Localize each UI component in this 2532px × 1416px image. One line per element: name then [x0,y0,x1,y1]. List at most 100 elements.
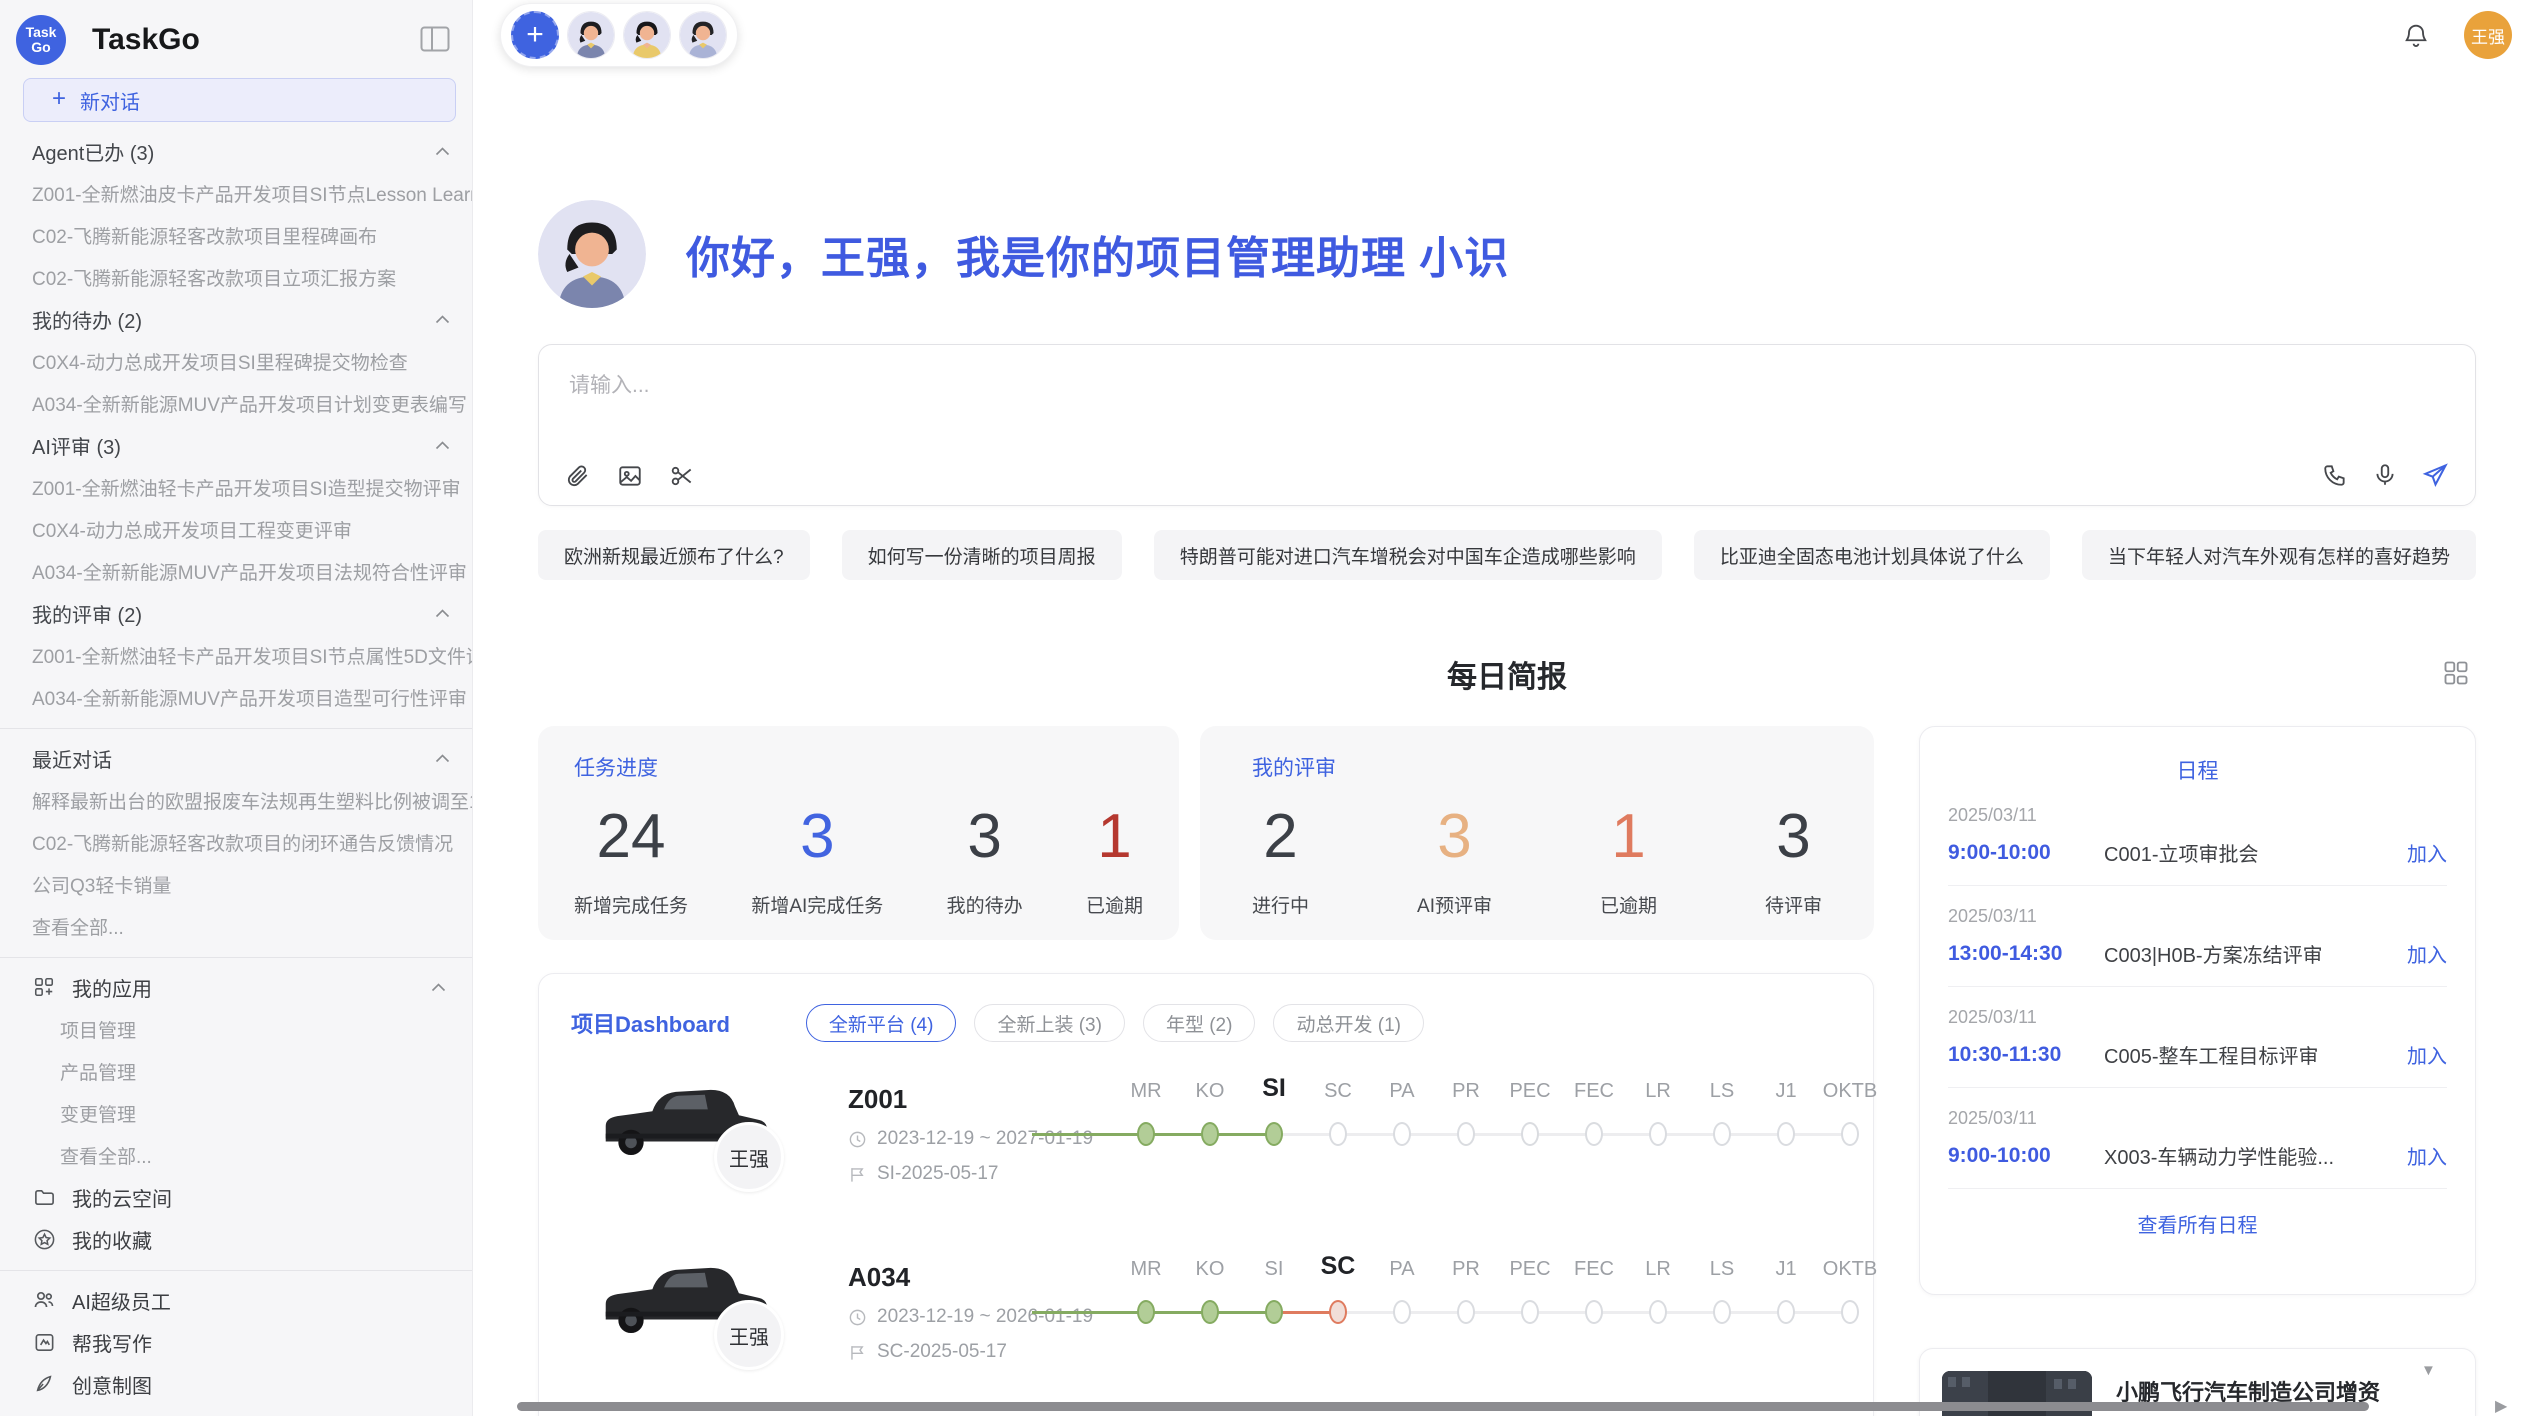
stat-label: 我的待办 [947,891,1023,918]
stat-value: 3 [800,804,834,869]
stat-label: 进行中 [1252,891,1309,918]
stat-label: 新增完成任务 [574,891,688,918]
app-item-1[interactable]: 产品管理 [0,1050,472,1092]
sidebar-item-write[interactable]: 帮我写作 [0,1321,472,1363]
stat-label: AI预评审 [1417,891,1492,918]
project-row[interactable]: 王强Z0012023-12-19 ~ 2027-01-19SI-2025-05-… [571,1070,1841,1248]
sidebar-collapse-icon[interactable] [418,24,452,57]
chat-input[interactable] [567,367,2309,419]
sidebar-section-header[interactable]: AI评审 (3) [0,424,472,466]
view-all-apps-link[interactable]: 查看全部... [0,1134,472,1176]
taskgo-logo: Task Go [16,15,66,65]
join-link[interactable]: 加入 [2407,1141,2447,1170]
image-icon[interactable] [617,463,643,489]
milestone-dot [1777,1300,1795,1324]
app-item-2[interactable]: 变更管理 [0,1092,472,1134]
sidebar-item[interactable]: C02-飞腾新能源轻客改款项目里程碑画布 [0,214,472,256]
horizontal-scrollbar[interactable] [517,1402,2369,1411]
scroll-right-icon[interactable]: ▶ [2495,1396,2507,1416]
join-link[interactable]: 加入 [2407,939,2447,968]
attachment-icon[interactable] [565,463,591,489]
sidebar-item-cloud-folder[interactable]: 我的云空间 [0,1176,472,1218]
join-link[interactable]: 加入 [2407,1040,2447,1069]
stat-item: 1已逾期 [1600,804,1657,918]
sidebar-section-header[interactable]: 我的待办 (2) [0,298,472,340]
sidebar-item[interactable]: C02-飞腾新能源轻客改款项目立项汇报方案 [0,256,472,298]
main-content: 你好，王强，我是你的项目管理助理 小识 [473,70,2532,1416]
left-column: 任务进度24新增完成任务3新增AI完成任务3我的待办1已逾期我的评审2进行中3A… [538,726,1874,1416]
sidebar-item[interactable]: Z001-全新燃油皮卡产品开发项目SI节点Lesson Learn报告 [0,172,472,214]
suggestion-chip[interactable]: 特朗普可能对进口汽车增税会对中国车企造成哪些影响 [1154,530,1662,580]
app-item-0[interactable]: 项目管理 [0,1008,472,1050]
new-chat-button[interactable]: + 新对话 [23,78,456,122]
sidebar-item[interactable]: C0X4-动力总成开发项目工程变更评审 [0,508,472,550]
stat-item: 3我的待办 [947,804,1023,918]
milestone-dot [1585,1122,1603,1146]
dashboard-tab-3[interactable]: 动总开发 (1) [1273,1004,1424,1042]
layout-grid-icon[interactable] [2436,658,2476,688]
stat-item: 1已逾期 [1086,804,1143,918]
suggestion-chip[interactable]: 比亚迪全固态电池计划具体说了什么 [1694,530,2050,580]
sidebar-item[interactable]: A034-全新新能源MUV产品开发项目造型可行性评审 [0,676,472,718]
divider [0,1270,472,1271]
schedule-item: 2025/03/1110:30-11:30C005-整车工程目标评审加入 [1948,987,2447,1088]
briefing-columns: 任务进度24新增完成任务3新增AI完成任务3我的待办1已逾期我的评审2进行中3A… [538,726,2476,1416]
recent-conversations-header[interactable]: 最近对话 [0,737,472,779]
sidebar-item-ai-staff[interactable]: AI超级员工 [0,1279,472,1321]
view-all-schedule-link[interactable]: 查看所有日程 [1948,1209,2447,1238]
composer[interactable] [538,344,2476,506]
join-link[interactable]: 加入 [2407,838,2447,867]
schedule-row: 9:00-10:00X003-车辆动力学性能验...加入 [1948,1141,2447,1170]
recent-conversation-item[interactable]: C02-飞腾新能源轻客改款项目的闭环通告反馈情况 [0,821,472,863]
sidebar-item[interactable]: A034-全新新能源MUV产品开发项目计划变更表编写 [0,382,472,424]
suggestion-chip[interactable]: 当下年轻人对汽车外观有怎样的喜好趋势 [2082,530,2476,580]
sidebar-item-label: 创意制图 [72,1370,152,1399]
recent-conversation-item[interactable]: 公司Q3轻卡销量 [0,863,472,905]
dashboard-tab-0[interactable]: 全新平台 (4) [806,1004,957,1042]
sidebar-item-draw[interactable]: 创意制图 [0,1363,472,1405]
stat-value: 1 [1611,804,1645,869]
sidebar-item[interactable]: Z001-全新燃油轻卡产品开发项目SI造型提交物评审 [0,466,472,508]
stat-value: 1 [1097,804,1131,869]
dashboard-tab-2[interactable]: 年型 (2) [1143,1004,1256,1042]
my-apps-header[interactable]: 我的应用 [0,966,472,1008]
schedule-time: 13:00-14:30 [1948,942,2066,966]
schedule-date: 2025/03/11 [1948,906,2447,927]
user-avatar-badge[interactable]: 王强 [2464,11,2512,59]
chevron-up-icon [426,983,450,992]
send-icon[interactable] [2422,462,2449,489]
conversation-avatar[interactable] [623,11,671,59]
scroll-down-icon[interactable]: ▼ [2421,1362,2436,1379]
sidebar-item[interactable]: C0X4-动力总成开发项目SI里程碑提交物检查 [0,340,472,382]
milestone-dot [1201,1122,1219,1146]
sidebar-item-label: 我的云空间 [72,1183,172,1212]
phone-call-icon[interactable] [2322,462,2348,489]
microphone-icon[interactable] [2372,462,2398,489]
scissors-icon[interactable] [669,463,695,489]
stat-value: 2 [1263,804,1297,869]
sidebar-item-star-badge[interactable]: 我的收藏 [0,1218,472,1260]
schedule-list: 2025/03/119:00-10:00C001-立项审批会加入2025/03/… [1948,785,2447,1189]
project-owner-badge: 王强 [714,1300,784,1370]
sidebar-item[interactable]: A034-全新新能源MUV产品开发项目法规符合性评审 [0,550,472,592]
sidebar-section-header[interactable]: Agent已办 (3) [0,130,472,172]
sidebar-item[interactable]: Z001-全新燃油轻卡产品开发项目SI节点属性5D文件评审 [0,634,472,676]
sidebar-section-header[interactable]: 我的评审 (2) [0,592,472,634]
view-all-conversations-link[interactable]: 查看全部... [0,905,472,947]
notification-bell-icon[interactable] [2396,20,2436,50]
milestone-dot [1521,1300,1539,1324]
conversation-avatar[interactable] [567,11,615,59]
assistant-avatar [538,200,646,308]
project-dates: 2023-12-19 ~ 2026-01-19 [848,1306,1028,1328]
recent-conversation-item[interactable]: 解释最新出台的欧盟报废车法规再生塑料比例被调至15%... [0,779,472,821]
schedule-time: 9:00-10:00 [1948,1144,2066,1168]
schedule-time: 9:00-10:00 [1948,841,2066,865]
conversation-avatar[interactable] [679,11,727,59]
suggestion-chip[interactable]: 如何写一份清晰的项目周报 [842,530,1122,580]
project-row[interactable]: 王强A0342023-12-19 ~ 2026-01-19SC-2025-05-… [571,1248,1841,1416]
composer-tools-left [565,463,695,489]
add-conversation-button[interactable]: + [511,11,559,59]
project-name: A034 [848,1262,1028,1293]
suggestion-chip[interactable]: 欧洲新规最近颁布了什么? [538,530,810,580]
dashboard-tab-1[interactable]: 全新上装 (3) [974,1004,1125,1042]
